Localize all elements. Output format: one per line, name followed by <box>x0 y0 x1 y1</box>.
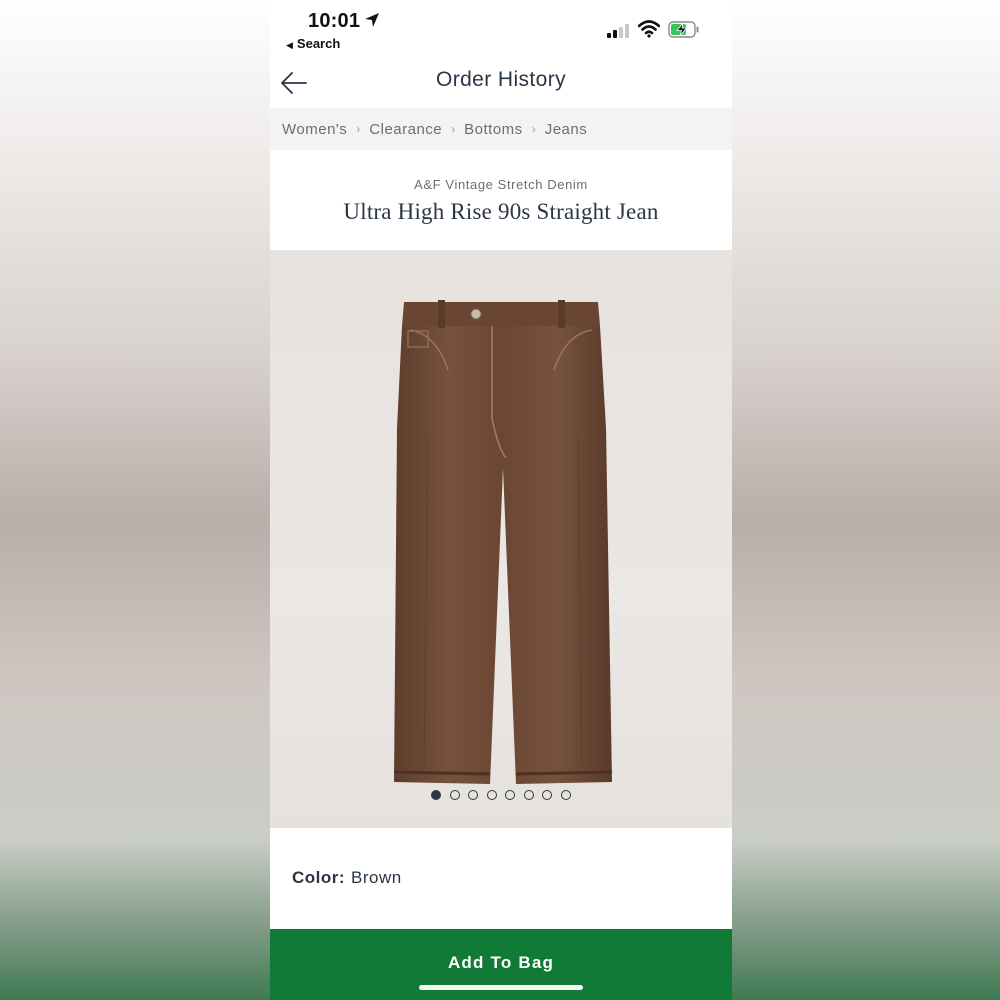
carousel-dot[interactable] <box>542 790 553 800</box>
breadcrumb-item-clearance[interactable]: Clearance <box>369 121 442 138</box>
carousel-dot[interactable] <box>505 790 516 800</box>
carousel-dots <box>270 790 732 800</box>
product-image-carousel[interactable] <box>270 250 732 828</box>
breadcrumb-item-jeans[interactable]: Jeans <box>545 121 588 138</box>
carousel-dot[interactable] <box>431 790 442 800</box>
location-arrow-icon <box>365 13 379 27</box>
carousel-dot[interactable] <box>486 790 497 800</box>
cellular-signal-icon <box>607 24 629 38</box>
carousel-dot[interactable] <box>523 790 534 800</box>
phone-screen: 10:01 ◀ Search Order History Women's › C… <box>270 0 732 1000</box>
product-heading: A&F Vintage Stretch Denim Ultra High Ris… <box>270 150 732 250</box>
back-triangle-icon: ◀ <box>286 40 293 50</box>
carousel-dot[interactable] <box>449 790 460 800</box>
home-indicator[interactable] <box>419 985 583 990</box>
nav-header: Order History <box>270 60 732 108</box>
status-bar: 10:01 ◀ Search <box>270 0 732 60</box>
page-title: Order History <box>435 68 567 91</box>
battery-charging-icon <box>668 21 699 38</box>
chevron-right-icon: › <box>356 122 361 136</box>
product-image-jeans <box>393 300 613 784</box>
background-left <box>0 0 270 1000</box>
color-selection: Color: Brown <box>292 868 402 888</box>
breadcrumb-item-womens[interactable]: Women's <box>282 121 347 138</box>
carousel-dot[interactable] <box>468 790 479 800</box>
breadcrumb-item-bottoms[interactable]: Bottoms <box>464 121 523 138</box>
chevron-right-icon: › <box>451 122 456 136</box>
chevron-right-icon: › <box>531 122 536 136</box>
product-name: Ultra High Rise 90s Straight Jean <box>343 199 659 224</box>
back-app-label: Search <box>296 36 341 51</box>
color-label: Color: <box>292 868 346 887</box>
add-to-bag-label: Add To Bag <box>447 953 555 972</box>
product-collection: A&F Vintage Stretch Denim <box>414 177 588 192</box>
carousel-dot[interactable] <box>560 790 571 800</box>
color-value: Brown <box>351 868 402 887</box>
back-to-app-link[interactable]: ◀ Search <box>286 36 340 51</box>
breadcrumb: Women's › Clearance › Bottoms › Jeans <box>270 108 732 150</box>
status-time: 10:01 <box>308 10 361 32</box>
wifi-icon <box>638 20 660 38</box>
background-right <box>732 0 1000 1000</box>
